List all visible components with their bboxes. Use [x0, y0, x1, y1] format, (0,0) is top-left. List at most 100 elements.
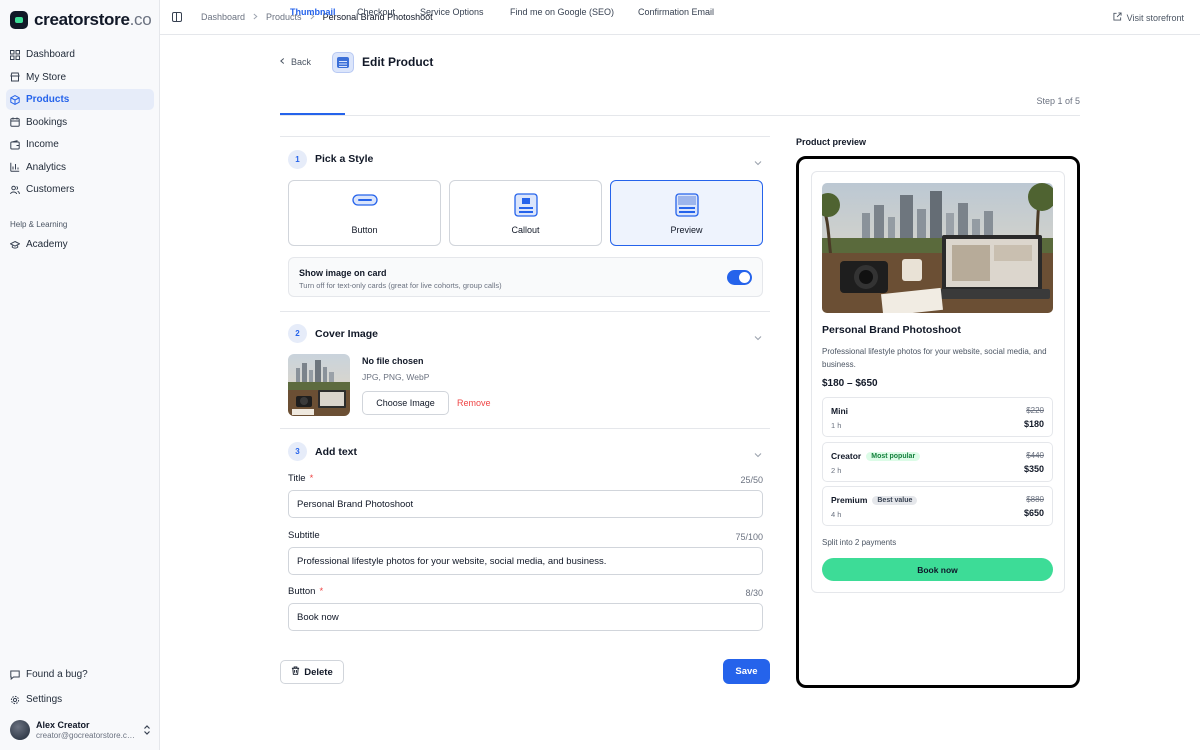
remove-image-link[interactable]: Remove [457, 398, 491, 408]
user-menu[interactable]: Alex Creator creator@gocreatorstore.com [10, 719, 152, 741]
user-name: Alex Creator [36, 719, 90, 730]
sidebar-toggle-icon[interactable] [172, 12, 182, 22]
sidebar-item-settings[interactable]: Settings [6, 689, 154, 710]
learning-nav: Academy [6, 234, 154, 257]
option-duration: 4 h [831, 510, 842, 519]
button-text-input[interactable]: Book now [288, 603, 763, 631]
preview-option-creator[interactable]: Creator Most popular 2 h $440 $350 [822, 442, 1053, 482]
user-info: Alex Creator creator@gocreatorstore.com [36, 720, 136, 741]
preview-option-mini[interactable]: Mini 1 h $220 $180 [822, 397, 1053, 437]
store-icon [10, 72, 20, 82]
back-button[interactable]: Back [280, 57, 311, 67]
option-duration: 1 h [831, 421, 842, 430]
option-name: Mini [831, 406, 848, 416]
choose-image-button[interactable]: Choose Image [362, 391, 449, 415]
title-char-counter: 25/50 [740, 475, 763, 485]
option-old-price: $880 [1026, 495, 1044, 504]
product-type-icon [332, 52, 354, 73]
option-old-price: $440 [1026, 451, 1044, 460]
graduation-cap-icon [10, 240, 20, 250]
breadcrumb-dashboard[interactable]: Dashboard [201, 12, 245, 22]
section-number: 3 [288, 442, 307, 461]
sidebar-item-label: Settings [26, 694, 63, 705]
sidebar-item-label: My Store [26, 71, 67, 83]
tab-service-options[interactable]: Service Options [420, 7, 484, 26]
delete-label: Delete [304, 666, 333, 678]
toggle-description: Turn off for text-only cards (great for … [299, 281, 502, 290]
chevron-down-icon[interactable] [754, 155, 762, 166]
title-field-label: Title * [288, 473, 314, 484]
sidebar-item-dashboard[interactable]: Dashboard [6, 44, 154, 65]
preview-title: Personal Brand Photoshoot [822, 324, 961, 336]
style-option-preview[interactable]: Preview [610, 180, 763, 246]
subtitle-input[interactable]: Professional lifestyle photos for your w… [288, 547, 763, 575]
sidebar-item-label: Analytics [26, 161, 67, 173]
sidebar-item-found-a-bug[interactable]: Found a bug? [6, 664, 154, 685]
sidebar-item-analytics[interactable]: Analytics [6, 157, 154, 178]
cover-image-thumbnail [288, 354, 350, 416]
button-char-counter: 8/30 [745, 588, 763, 598]
external-link-icon [1113, 12, 1122, 23]
tab-thumbnail[interactable]: Thumbnail [290, 7, 336, 26]
preview-book-now-button[interactable]: Book now [822, 558, 1053, 581]
visit-storefront-label: Visit storefront [1126, 12, 1184, 23]
sidebar-item-academy[interactable]: Academy [6, 234, 154, 255]
option-name: Creator Most popular [831, 451, 921, 461]
accepted-formats: JPG, PNG, WebP [362, 372, 430, 382]
option-name: Premium Best value [831, 495, 918, 505]
sidebar-item-income[interactable]: Income [6, 134, 154, 155]
section-title-add-text: Add text [315, 446, 357, 458]
section-title-pick-style: Pick a Style [315, 153, 374, 165]
delete-button[interactable]: Delete [280, 660, 344, 684]
style-option-label: Callout [511, 225, 540, 235]
calendar-icon [10, 117, 20, 127]
title-input[interactable]: Personal Brand Photoshoot [288, 490, 763, 518]
section-number: 1 [288, 150, 307, 169]
sidebar-item-my-store[interactable]: My Store [6, 67, 154, 88]
section-title-cover-image: Cover Image [315, 328, 379, 340]
message-icon [10, 670, 20, 680]
sidebar: creatorstore.co Dashboard My Store Produ… [0, 0, 160, 750]
chevron-up-down-icon[interactable] [142, 724, 152, 736]
sidebar-item-label: Customers [26, 184, 75, 195]
button-style-icon [351, 193, 378, 210]
save-button[interactable]: Save [723, 659, 770, 684]
sidebar-item-label: Found a bug? [26, 669, 88, 680]
sidebar-item-label: Income [26, 139, 59, 150]
preview-option-premium[interactable]: Premium Best value 4 h $880 $650 [822, 486, 1053, 526]
step-indicator: Step 1 of 5 [1036, 96, 1080, 106]
help-learning-label: Help & Learning [10, 220, 68, 229]
gear-icon [10, 695, 20, 705]
tab-checkout[interactable]: Checkout [357, 7, 395, 26]
visit-storefront-link[interactable]: Visit storefront [1113, 12, 1184, 23]
sidebar-item-label: Academy [26, 239, 68, 250]
sidebar-item-products[interactable]: Products [6, 89, 154, 110]
sidebar-item-bookings[interactable]: Bookings [6, 112, 154, 133]
sidebar-item-label: Dashboard [26, 49, 75, 60]
option-old-price: $220 [1026, 406, 1044, 415]
split-payments-text: Split into 2 payments [822, 538, 897, 547]
tab-seo[interactable]: Find me on Google (SEO) [510, 7, 614, 26]
chevron-left-icon [280, 57, 285, 67]
sidebar-item-customers[interactable]: Customers [6, 179, 154, 200]
style-option-label: Preview [670, 225, 703, 235]
chevron-down-icon[interactable] [754, 330, 762, 341]
sidebar-bottom-nav: Found a bug? Settings [6, 664, 154, 714]
best-value-badge: Best value [872, 495, 918, 505]
section-divider [280, 428, 770, 429]
preview-hero-image [822, 183, 1053, 313]
wallet-icon [10, 139, 20, 150]
brand-logo[interactable]: creatorstore.co [10, 10, 152, 30]
show-image-toggle-row: Show image on card Turn off for text-onl… [288, 257, 763, 297]
grid-icon [10, 49, 20, 60]
style-option-button[interactable]: Button [288, 180, 441, 246]
style-option-callout[interactable]: Callout [449, 180, 602, 246]
chevron-down-icon[interactable] [754, 447, 762, 458]
users-icon [10, 185, 20, 195]
subtitle-field-label: Subtitle [288, 530, 320, 541]
back-label: Back [291, 57, 312, 67]
tab-bar [280, 90, 1080, 116]
trash-icon [291, 666, 300, 678]
tab-confirmation-email[interactable]: Confirmation Email [638, 7, 714, 26]
show-image-switch[interactable] [727, 270, 752, 285]
